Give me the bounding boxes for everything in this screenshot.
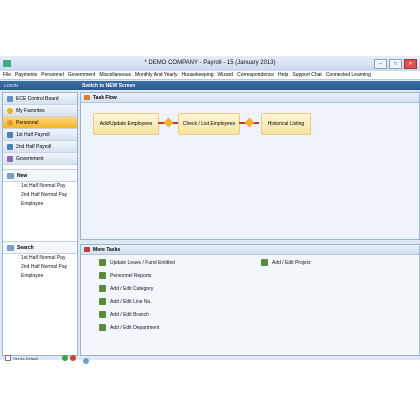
close-button[interactable]: ✕ bbox=[404, 59, 417, 69]
task-label: Update Leave / Fund Entitled bbox=[110, 259, 175, 266]
left-footer: Set As Default bbox=[2, 354, 79, 362]
more-tasks-list: Update Leave / Fund Entitled Personnel R… bbox=[81, 255, 419, 355]
menu-housekeeping[interactable]: Housekeeping bbox=[182, 71, 214, 79]
nav-1st-half-payroll[interactable]: 1st Half Payroll bbox=[3, 129, 77, 141]
title-bar: * DEMO COMPANY - Payroll - 15 (January 2… bbox=[0, 56, 420, 71]
task-flow-header: Task Flow bbox=[81, 93, 419, 103]
task-update-leave[interactable]: Update Leave / Fund Entitled bbox=[99, 259, 175, 266]
edit-icon bbox=[261, 259, 268, 266]
search-item[interactable]: Employee bbox=[3, 272, 77, 281]
menu-correspondence[interactable]: Correspondence bbox=[237, 71, 274, 79]
task-flow-title: Task Flow bbox=[93, 94, 117, 101]
main-area: Task Flow Add/Update Employees Check / L… bbox=[80, 92, 420, 356]
search-panel-header: Search bbox=[3, 241, 77, 254]
new-panel-title: New bbox=[17, 172, 28, 179]
set-default-checkbox[interactable] bbox=[5, 355, 11, 361]
flow-connector-icon bbox=[244, 117, 255, 128]
personnel-icon bbox=[7, 119, 13, 126]
new-panel-header: New bbox=[3, 169, 77, 182]
menu-help[interactable]: Help bbox=[278, 71, 288, 79]
government-icon bbox=[7, 155, 13, 162]
menu-connected-learning[interactable]: Connected Learning bbox=[326, 71, 371, 79]
nav-ece-control-board[interactable]: ECE Control Board bbox=[3, 93, 77, 105]
search-panel-title: Search bbox=[17, 244, 34, 251]
nav-label: 2nd Half Payroll bbox=[16, 143, 52, 150]
status-bar bbox=[80, 358, 418, 364]
toolbar: LOGIN Switch to NEW Screen bbox=[0, 81, 420, 90]
new-item[interactable]: 1st Half Normal Pay bbox=[3, 182, 77, 191]
task-label: Add / Edit Branch bbox=[110, 311, 149, 318]
edit-icon bbox=[99, 259, 106, 266]
stop-icon[interactable] bbox=[70, 355, 77, 361]
task-flow-canvas: Add/Update Employees Check / List Employ… bbox=[81, 103, 419, 239]
task-add-edit-category[interactable]: Add / Edit Category bbox=[99, 285, 153, 292]
nav-label: My Favorites bbox=[16, 107, 45, 114]
calendar-icon bbox=[7, 131, 13, 138]
set-default-label: Set As Default bbox=[13, 355, 39, 361]
task-label: Add / Edit Line No. bbox=[110, 298, 152, 305]
edit-icon bbox=[99, 298, 106, 305]
menu-government[interactable]: Government bbox=[68, 71, 96, 79]
maximize-button[interactable]: □ bbox=[389, 59, 402, 69]
window-title: * DEMO COMPANY - Payroll - 15 (January 2… bbox=[144, 60, 276, 66]
edit-icon bbox=[99, 285, 106, 292]
task-flow-panel: Task Flow Add/Update Employees Check / L… bbox=[80, 92, 420, 240]
new-icon bbox=[7, 172, 14, 179]
board-icon bbox=[7, 95, 13, 102]
edit-icon bbox=[99, 311, 106, 318]
login-label[interactable]: LOGIN bbox=[4, 83, 18, 88]
edit-icon bbox=[99, 272, 106, 279]
menu-support-chat[interactable]: Support Chat bbox=[292, 71, 321, 79]
task-label: Add / Edit Department bbox=[110, 324, 160, 331]
task-label: Personnel Reports bbox=[110, 272, 152, 279]
search-item[interactable]: 2nd Half Normal Pay bbox=[3, 263, 77, 272]
task-add-edit-branch[interactable]: Add / Edit Branch bbox=[99, 311, 149, 318]
switch-screen-link[interactable]: Switch to NEW Screen bbox=[82, 83, 135, 89]
nav-label: ECE Control Board bbox=[16, 95, 59, 102]
task-add-edit-project[interactable]: Add / Edit Project bbox=[261, 259, 311, 266]
menu-payments[interactable]: Payments bbox=[15, 71, 37, 79]
more-tasks-panel: More Tasks Update Leave / Fund Entitled … bbox=[80, 244, 420, 356]
more-tasks-title: More Tasks bbox=[93, 246, 121, 253]
task-label: Add / Edit Project bbox=[272, 259, 311, 266]
task-flow-icon bbox=[84, 95, 90, 100]
new-item[interactable]: Employee bbox=[3, 200, 77, 209]
calendar-icon bbox=[7, 143, 13, 150]
flow-step-historical-listing[interactable]: Historical Listing bbox=[261, 113, 311, 135]
left-panel: ECE Control Board My Favorites Personnel… bbox=[2, 92, 78, 356]
task-add-edit-department[interactable]: Add / Edit Department bbox=[99, 324, 159, 331]
menu-monthly-yearly[interactable]: Monthly And Yearly bbox=[135, 71, 178, 79]
nav-my-favorites[interactable]: My Favorites bbox=[3, 105, 77, 117]
nav-label: 1st Half Payroll bbox=[16, 131, 50, 138]
flow-step-add-update-employees[interactable]: Add/Update Employees bbox=[93, 113, 159, 135]
minimize-button[interactable]: – bbox=[374, 59, 387, 69]
more-tasks-header: More Tasks bbox=[81, 245, 419, 255]
more-tasks-icon bbox=[84, 247, 90, 252]
search-item[interactable]: 1st Half Normal Pay bbox=[3, 254, 77, 263]
status-icon bbox=[83, 358, 89, 364]
flow-step-check-list-employees[interactable]: Check / List Employees bbox=[178, 113, 240, 135]
nav-2nd-half-payroll[interactable]: 2nd Half Payroll bbox=[3, 141, 77, 153]
nav-label: Personnel bbox=[16, 119, 39, 126]
menu-bar: File Payments Personnel Government Misce… bbox=[0, 71, 420, 80]
task-label: Add / Edit Category bbox=[110, 285, 154, 292]
menu-wizard[interactable]: Wizard bbox=[218, 71, 234, 79]
edit-icon bbox=[99, 324, 106, 331]
task-add-edit-line-no[interactable]: Add / Edit Line No. bbox=[99, 298, 152, 305]
star-icon bbox=[7, 107, 13, 114]
menu-personnel[interactable]: Personnel bbox=[41, 71, 64, 79]
search-icon bbox=[7, 244, 14, 251]
nav-government[interactable]: Government bbox=[3, 153, 77, 165]
nav-personnel[interactable]: Personnel bbox=[3, 117, 77, 129]
new-item[interactable]: 2nd Half Normal Pay bbox=[3, 191, 77, 200]
app-window: * DEMO COMPANY - Payroll - 15 (January 2… bbox=[0, 56, 420, 364]
menu-miscellaneous[interactable]: Miscellaneous bbox=[99, 71, 131, 79]
menu-file[interactable]: File bbox=[3, 71, 11, 79]
nav-label: Government bbox=[16, 155, 44, 162]
flow-connector-icon bbox=[163, 117, 174, 128]
go-icon[interactable] bbox=[62, 355, 69, 361]
task-personnel-reports[interactable]: Personnel Reports bbox=[99, 272, 151, 279]
